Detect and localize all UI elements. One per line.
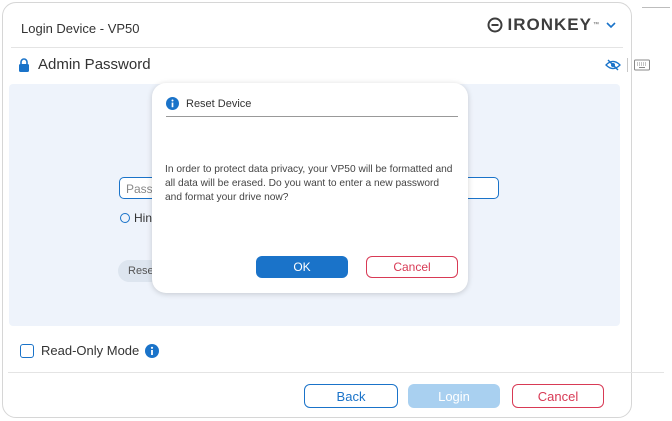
cancel-button[interactable]: Cancel (512, 384, 604, 408)
brand-name: IRONKEY (507, 15, 592, 34)
divider (642, 7, 670, 8)
dialog-header: Reset Device (166, 97, 251, 110)
info-icon (166, 97, 179, 110)
read-only-label: Read-Only Mode (41, 343, 140, 358)
divider (11, 47, 623, 48)
divider (627, 58, 628, 72)
password-tools (605, 58, 650, 72)
lock-icon (19, 57, 29, 72)
ok-button[interactable]: OK (256, 256, 348, 278)
info-icon[interactable] (145, 343, 160, 358)
window-title: Login Device - VP50 (21, 21, 140, 36)
back-button[interactable]: Back (304, 384, 398, 408)
read-only-checkbox[interactable] (20, 343, 34, 358)
hint-radio[interactable] (120, 213, 130, 223)
hint-option[interactable]: Hin (120, 211, 152, 225)
reset-device-dialog: Reset Device In order to protect data pr… (152, 83, 468, 293)
ironkey-logo-icon (487, 17, 503, 33)
page-title: Admin Password (38, 56, 151, 73)
password-header: Admin Password (18, 56, 151, 73)
dialog-message: In order to protect data privacy, your V… (165, 164, 453, 203)
hint-label: Hin (134, 211, 153, 225)
brand: IRONKEY ™ (487, 15, 599, 35)
eye-slash-icon[interactable] (605, 59, 621, 71)
login-button[interactable]: Login (408, 384, 500, 408)
keyboard-icon[interactable] (634, 59, 650, 71)
title-bar: Login Device - VP50 IRONKEY ™ (3, 3, 631, 47)
dialog-cancel-button[interactable]: Cancel (366, 256, 458, 278)
dialog-title: Reset Device (186, 97, 252, 110)
chevron-down-icon[interactable] (605, 20, 617, 30)
read-only-option[interactable]: Read-Only Mode (20, 343, 160, 358)
brand-trademark: ™ (593, 22, 599, 28)
divider (166, 116, 458, 117)
divider (8, 372, 664, 373)
